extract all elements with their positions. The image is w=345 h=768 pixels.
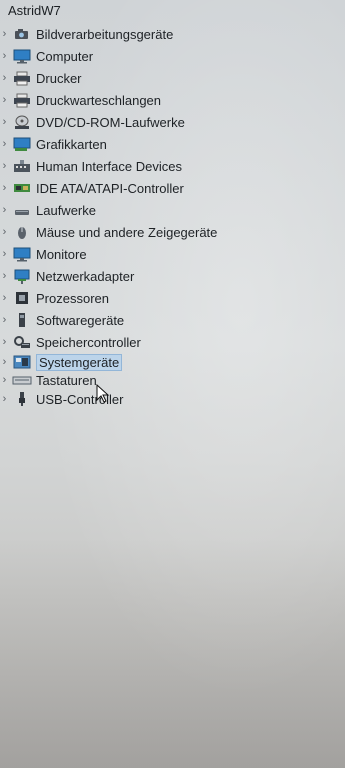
tree-node-label: Laufwerke xyxy=(36,202,96,218)
expand-chevron-icon[interactable]: › xyxy=(0,138,9,150)
tree-node-keyboards[interactable]: › Tastaturen xyxy=(0,370,97,390)
tree-node-label: Prozessoren xyxy=(36,290,109,306)
tree-node-label: Softwaregeräte xyxy=(36,312,125,328)
hid-icon xyxy=(12,158,32,174)
ide-controller-icon xyxy=(12,180,32,196)
expand-chevron-icon[interactable]: › xyxy=(0,72,9,84)
tree-node-label: Tastaturen xyxy=(36,372,97,388)
tree-node-human-interface-devices[interactable]: › Human Interface Devices xyxy=(0,156,182,176)
printer-icon xyxy=(12,70,32,86)
expand-chevron-icon[interactable]: › xyxy=(0,160,9,172)
tree-node-software-devices[interactable]: › Softwaregeräte xyxy=(0,310,125,330)
monitor-icon xyxy=(12,48,32,64)
expand-chevron-icon[interactable]: › xyxy=(0,226,9,238)
tree-node-label: DVD/CD-ROM-Laufwerke xyxy=(36,114,185,130)
printer-queue-icon xyxy=(12,92,32,108)
tree-node-label: Computer xyxy=(36,48,94,64)
tree-node-network-adapters[interactable]: › Netzwerkadapter xyxy=(0,266,134,286)
tree-node-monitors[interactable]: › Monitore xyxy=(0,244,87,264)
usb-icon xyxy=(12,391,32,407)
camera-icon xyxy=(12,26,32,42)
tree-node-dvd-cd-rom-drives[interactable]: › DVD/CD-ROM-Laufwerke xyxy=(0,112,185,132)
tree-node-processors[interactable]: › Prozessoren xyxy=(0,288,109,308)
mouse-pointer-icon xyxy=(96,383,110,409)
tree-node-label: USB-Controller xyxy=(36,391,124,407)
tree-node-label: IDE ATA/ATAPI-Controller xyxy=(36,180,184,196)
tree-node-label: Netzwerkadapter xyxy=(36,268,135,284)
tree-node-label: Monitore xyxy=(36,246,87,262)
tree-node-label: Druckwarteschlangen xyxy=(36,92,162,108)
expand-chevron-icon[interactable]: › xyxy=(0,204,9,216)
tree-node-system-devices[interactable]: › Systemgeräte xyxy=(0,352,123,372)
system-devices-icon xyxy=(12,354,32,370)
tree-node-mice-and-pointing-devices[interactable]: › Mäuse und andere Zeigegeräte xyxy=(0,222,218,242)
tree-node-label: Mäuse und andere Zeigegeräte xyxy=(36,224,218,240)
monitor-icon xyxy=(12,246,32,262)
tree-node-imaging-devices[interactable]: › Bildverarbeitungsgeräte xyxy=(0,24,174,44)
expand-chevron-icon[interactable]: › xyxy=(0,28,9,40)
expand-chevron-icon[interactable]: › xyxy=(0,356,9,368)
keyboard-icon xyxy=(12,372,32,388)
tree-node-label: Drucker xyxy=(36,70,82,86)
tree-node-label-selected: Systemgeräte xyxy=(36,353,123,371)
mouse-icon xyxy=(12,224,32,240)
tree-node-ide-ata-atapi-controllers[interactable]: › IDE ATA/ATAPI-Controller xyxy=(0,178,184,198)
disk-drive-icon xyxy=(12,202,32,218)
expand-chevron-icon[interactable]: › xyxy=(0,393,9,405)
tree-node-storage-controllers[interactable]: › Speichercontroller xyxy=(0,332,141,352)
tree-node-display-adapters[interactable]: › Grafikkarten xyxy=(0,134,107,154)
network-adapter-icon xyxy=(12,268,32,284)
expand-chevron-icon[interactable]: › xyxy=(0,248,9,260)
expand-chevron-icon[interactable]: › xyxy=(0,116,9,128)
expand-chevron-icon[interactable]: › xyxy=(0,270,9,282)
storage-controller-icon xyxy=(12,334,32,350)
cpu-icon xyxy=(12,290,32,306)
expand-chevron-icon[interactable]: › xyxy=(0,50,9,62)
tree-node-computer[interactable]: › Computer xyxy=(0,46,93,66)
expand-chevron-icon[interactable]: › xyxy=(0,336,9,348)
tree-node-label: Grafikkarten xyxy=(36,136,107,152)
tree-node-disk-drives[interactable]: › Laufwerke xyxy=(0,200,96,220)
expand-chevron-icon[interactable]: › xyxy=(0,182,9,194)
expand-chevron-icon[interactable]: › xyxy=(0,94,9,106)
display-adapter-icon xyxy=(12,136,32,152)
software-device-icon xyxy=(12,312,32,328)
tree-node-label: Bildverarbeitungsgeräte xyxy=(36,26,174,42)
expand-chevron-icon[interactable]: › xyxy=(0,292,9,304)
tree-node-printers[interactable]: › Drucker xyxy=(0,68,82,88)
tree-root-computer-name[interactable]: AstridW7 xyxy=(8,3,61,18)
expand-chevron-icon[interactable]: › xyxy=(0,374,9,386)
disc-drive-icon xyxy=(12,114,32,130)
tree-node-print-queues[interactable]: › Druckwarteschlangen xyxy=(0,90,161,110)
tree-node-label: Speichercontroller xyxy=(36,334,141,350)
tree-node-label: Human Interface Devices xyxy=(36,158,182,174)
expand-chevron-icon[interactable]: › xyxy=(0,314,9,326)
